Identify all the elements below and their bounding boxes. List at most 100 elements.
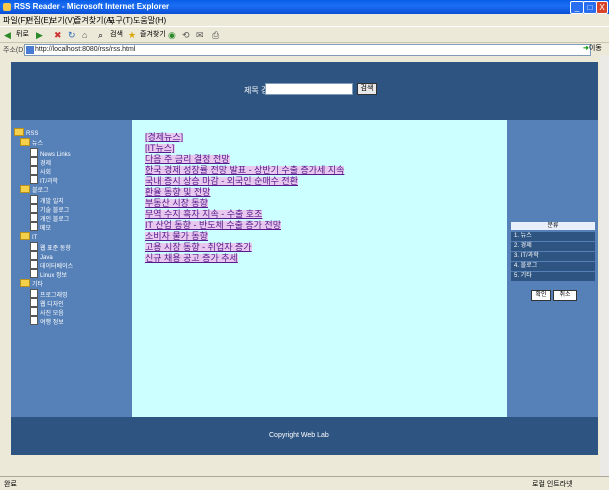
tree-node[interactable]: IT/과학 [30, 175, 58, 185]
feed-tree-sidebar: RSS 뉴스 News Links 경제 사회 IT/과학 블로그 개발 일지 … [11, 120, 132, 417]
category-header: 분류 [511, 222, 595, 230]
stop-icon[interactable]: ✖ [54, 29, 62, 41]
title-search-input[interactable] [265, 83, 353, 95]
go-button[interactable]: ➜이동 [583, 44, 605, 54]
home-icon[interactable]: ⌂ [82, 29, 87, 41]
refresh-icon[interactable]: ↻ [68, 29, 76, 41]
menu-view[interactable]: 보기(V) [50, 15, 75, 26]
favorites-label[interactable]: 즐겨찾기 [140, 29, 166, 41]
category-item[interactable]: 1. 뉴스 [511, 232, 595, 241]
maximize-button[interactable]: □ [583, 1, 597, 14]
cancel-button[interactable]: 취소 [553, 290, 577, 301]
section-link-economy[interactable]: [경제뉴스] [145, 133, 184, 142]
tree-node[interactable]: 블로그 [20, 185, 49, 194]
article-link[interactable]: 무역 수지 흑자 지속 - 수출 호조 [145, 210, 263, 219]
tree-node[interactable]: IT [20, 232, 38, 241]
address-bar: 주소(D) http://localhost:8080/rss/rss.html… [0, 42, 609, 56]
tree-node[interactable]: 웹 디자인 [30, 298, 64, 308]
search-icon[interactable]: ⌕ [98, 29, 103, 41]
address-input[interactable]: http://localhost:8080/rss/rss.html [24, 44, 591, 56]
article-link[interactable]: 부동산 시장 동향 [145, 199, 208, 208]
tree-node-label: 뉴스 [32, 141, 44, 147]
history-icon[interactable]: ⟲ [182, 29, 190, 41]
article-link[interactable]: 환율 동향 및 전망 [145, 188, 211, 197]
tree-node[interactable]: 경제 [30, 157, 51, 167]
vertical-scrollbar[interactable] [600, 55, 609, 476]
document-icon [30, 157, 38, 166]
article-link[interactable]: 고용 시장 동향 - 취업자 증가 [145, 243, 252, 252]
status-bar: 완료 로컬 인트라넷 [0, 476, 609, 490]
tree-node[interactable]: 데이터베이스 [30, 260, 73, 270]
section-link-it[interactable]: [IT뉴스] [145, 144, 175, 153]
category-sidebar: 분류 1. 뉴스 2. 경제 3. IT/과학 4. 블로그 5. 기타 확인 … [507, 120, 598, 417]
tree-node[interactable]: News Links [30, 148, 71, 158]
go-label: 이동 [588, 45, 602, 52]
tree-node[interactable]: 사진 모음 [30, 307, 64, 317]
article-link[interactable]: 국내 증시 상승 마감 - 외국인 순매수 전환 [145, 177, 298, 186]
close-button[interactable]: X [596, 1, 608, 14]
ok-button[interactable]: 확인 [531, 290, 551, 301]
menu-help[interactable]: 도움말(H) [133, 15, 166, 26]
document-icon [30, 148, 38, 157]
tree-node-label: 여행 정보 [40, 320, 64, 326]
tree-node[interactable]: 기타 [20, 279, 44, 288]
favorites-icon[interactable]: ★ [128, 29, 136, 41]
tree-node[interactable]: Linux 정보 [30, 269, 68, 279]
folder-icon [20, 279, 30, 287]
search-label[interactable]: 검색 [110, 29, 123, 41]
article-link[interactable]: 신규 채용 공고 증가 추세 [145, 254, 238, 263]
tree-node[interactable]: Java [30, 251, 53, 261]
article-link[interactable]: 한국 경제 성장률 전망 발표 - 상반기 수출 증가세 지속 [145, 166, 345, 175]
tree-node[interactable]: 기술 블로그 [30, 204, 69, 214]
tree-node-label: 기타 [32, 282, 44, 288]
status-text: 완료 [4, 481, 17, 488]
article-link[interactable]: 다음 주 금리 결정 전망 [145, 155, 230, 164]
tree-node-label: Linux 정보 [40, 273, 68, 279]
document-icon [30, 307, 38, 316]
media-icon[interactable]: ◉ [168, 29, 176, 41]
search-button[interactable]: 검색 [357, 83, 377, 95]
article-link[interactable]: 소비자 물가 동향 [145, 232, 208, 241]
tree-node-label: 블로그 [32, 188, 49, 194]
article-list: [경제뉴스] [IT뉴스] 다음 주 금리 결정 전망 한국 경제 성장률 전망… [132, 120, 507, 417]
category-item[interactable]: 2. 경제 [511, 242, 595, 251]
minimize-button[interactable]: _ [570, 1, 584, 14]
document-icon [30, 289, 38, 298]
tree-node[interactable]: RSS [14, 128, 38, 137]
toolbar: ◀ 뒤로 ▶ ✖ ↻ ⌂ ⌕ 검색 ★ 즐겨찾기 ◉ ⟲ ✉ ⎙ [0, 26, 609, 43]
menu-edit[interactable]: 편집(E) [26, 15, 51, 26]
menu-tools[interactable]: 도구(T) [108, 15, 133, 26]
address-label: 주소(D) [3, 47, 26, 54]
ie-icon [3, 3, 11, 11]
address-url: http://localhost:8080/rss/rss.html [35, 46, 136, 53]
forward-icon[interactable]: ▶ [36, 29, 43, 41]
copyright-text: Copyright Web Lab [269, 432, 329, 439]
document-icon [30, 166, 38, 175]
document-icon [30, 298, 38, 307]
mail-icon[interactable]: ✉ [196, 29, 204, 41]
category-item[interactable]: 3. IT/과학 [511, 252, 595, 261]
tree-node-label: IT [32, 235, 38, 241]
back-icon[interactable]: ◀ [4, 29, 11, 41]
folder-icon [14, 128, 24, 136]
tree-node[interactable]: 사회 [30, 166, 51, 176]
tree-node[interactable]: 개발 일지 [30, 195, 64, 205]
category-item[interactable]: 5. 기타 [511, 272, 595, 281]
document-icon [30, 222, 38, 231]
tree-node[interactable]: 뉴스 [20, 138, 44, 147]
document-icon [30, 260, 38, 269]
tree-node[interactable]: 웹 표준 동향 [30, 242, 71, 252]
tree-node[interactable]: 프로그래밍 [30, 289, 68, 299]
article-link[interactable]: IT 산업 동향 - 반도체 수출 증가 전망 [145, 221, 281, 230]
print-icon[interactable]: ⎙ [212, 29, 219, 41]
tree-node[interactable]: 메모 [30, 222, 52, 232]
tree-node[interactable]: 여행 정보 [30, 316, 64, 326]
tree-node-label: 메모 [40, 226, 52, 232]
document-icon [30, 213, 38, 222]
page-footer: Copyright Web Lab [11, 417, 598, 455]
menu-file[interactable]: 파일(F) [3, 15, 28, 26]
back-label[interactable]: 뒤로 [16, 29, 29, 41]
category-panel: 분류 1. 뉴스 2. 경제 3. IT/과학 4. 블로그 5. 기타 확인 … [511, 222, 595, 301]
category-item[interactable]: 4. 블로그 [511, 262, 595, 271]
tree-node[interactable]: 개인 블로그 [30, 213, 69, 223]
